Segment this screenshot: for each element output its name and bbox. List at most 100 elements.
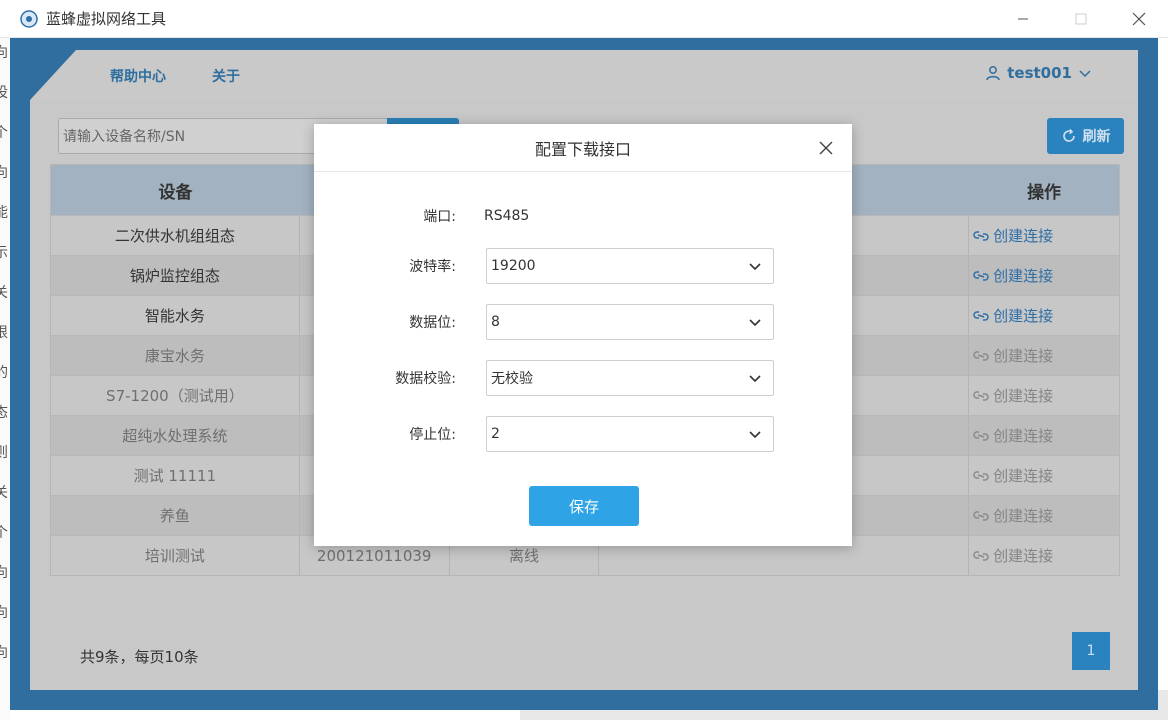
create-connection-link[interactable]: 创建连接 xyxy=(973,265,1053,286)
background-text: 关 xyxy=(0,285,8,301)
refresh-button[interactable]: 刷新 xyxy=(1047,118,1124,154)
background-text: 向 xyxy=(0,45,8,61)
background-text: 个 xyxy=(0,125,8,141)
port-row: 端口: RS485 xyxy=(314,198,852,234)
window-title: 蓝蜂虚拟网络工具 xyxy=(46,10,167,28)
device-name: 智能水务 xyxy=(51,296,300,335)
background-window: 向设个向能示关根的态则关个向向向 xyxy=(0,38,10,720)
create-connection-link[interactable]: 创建连接 xyxy=(973,425,1053,446)
action-cell: 创建连接 xyxy=(969,376,1119,415)
parity-label: 数据校验: xyxy=(395,371,456,387)
data-bits-select[interactable]: 8 xyxy=(486,304,774,340)
link-icon xyxy=(973,390,989,401)
create-connection-label: 创建连接 xyxy=(993,347,1054,365)
create-connection-label: 创建连接 xyxy=(993,547,1054,565)
create-connection-label: 创建连接 xyxy=(993,267,1054,285)
baud-row: 波特率: 19200 xyxy=(314,248,852,284)
create-connection-label: 创建连接 xyxy=(993,387,1054,405)
device-name: 超纯水处理系统 xyxy=(51,416,300,455)
create-connection-label: 创建连接 xyxy=(993,467,1054,485)
background-text: 态 xyxy=(0,405,8,421)
chevron-down-icon xyxy=(749,319,761,327)
background-text: 个 xyxy=(0,525,8,541)
window-titlebar: 蓝蜂虚拟网络工具 xyxy=(0,0,1168,38)
create-connection-link[interactable]: 创建连接 xyxy=(973,505,1053,526)
user-menu[interactable]: test001 xyxy=(985,64,1098,82)
close-window-button[interactable] xyxy=(1110,0,1168,38)
create-connection-label: 创建连接 xyxy=(993,507,1054,525)
data-bits-value: 8 xyxy=(491,314,500,330)
link-icon xyxy=(973,270,989,281)
baud-rate-value: 19200 xyxy=(491,258,536,274)
background-text: 设 xyxy=(0,85,8,101)
save-button[interactable]: 保存 xyxy=(529,486,639,526)
chevron-down-icon xyxy=(749,431,761,439)
action-cell: 创建连接 xyxy=(969,216,1119,255)
create-connection-link[interactable]: 创建连接 xyxy=(973,305,1053,326)
link-icon xyxy=(973,430,989,441)
user-icon xyxy=(986,66,1000,81)
dialog-title: 配置下载接口 xyxy=(534,139,631,159)
minimize-button[interactable] xyxy=(994,0,1052,38)
create-connection-link[interactable]: 创建连接 xyxy=(973,345,1053,366)
databits-row: 数据位: 8 xyxy=(314,304,852,340)
refresh-icon xyxy=(1062,128,1075,142)
background-text: 关 xyxy=(0,485,8,501)
about-link[interactable]: 关于 xyxy=(212,66,240,86)
create-connection-link[interactable]: 创建连接 xyxy=(973,545,1053,566)
background-text: 根 xyxy=(0,325,8,341)
refresh-label: 刷新 xyxy=(1082,129,1111,145)
create-connection-link[interactable]: 创建连接 xyxy=(973,465,1053,486)
action-cell: 创建连接 xyxy=(969,416,1119,455)
stopbits-label: 停止位: xyxy=(409,427,456,443)
device-name: 锅炉监控组态 xyxy=(51,256,300,295)
page-button-1[interactable]: 1 xyxy=(1072,632,1110,670)
action-cell: 创建连接 xyxy=(969,536,1119,575)
action-cell: 创建连接 xyxy=(969,296,1119,335)
port-label: 端口: xyxy=(423,209,456,225)
header-action: 操作 xyxy=(1027,182,1062,203)
background-text: 向 xyxy=(0,165,8,181)
background-text: 示 xyxy=(0,245,8,261)
search-placeholder: 请输入设备名称/SN xyxy=(63,129,186,145)
link-icon xyxy=(973,230,989,241)
background-text: 向 xyxy=(0,645,8,661)
pagination-summary: 共9条，每页10条 xyxy=(80,648,199,666)
maximize-button[interactable] xyxy=(1052,0,1110,38)
background-text: 则 xyxy=(0,445,8,461)
port-value: RS485 xyxy=(484,208,530,224)
device-name: 培训测试 xyxy=(51,536,300,575)
dialog-header: 配置下载接口 xyxy=(314,124,852,172)
create-connection-link[interactable]: 创建连接 xyxy=(973,225,1053,246)
create-connection-label: 创建连接 xyxy=(993,227,1054,245)
link-icon xyxy=(973,550,989,561)
action-cell: 创建连接 xyxy=(969,496,1119,535)
link-icon xyxy=(973,470,989,481)
close-dialog-button[interactable] xyxy=(814,136,838,160)
app-logo-icon xyxy=(18,8,40,30)
link-icon xyxy=(973,310,989,321)
nav-corner-decoration xyxy=(30,50,76,100)
action-cell: 创建连接 xyxy=(969,256,1119,295)
parity-value: 无校验 xyxy=(491,371,533,387)
background-text: 的 xyxy=(0,365,8,381)
create-connection-label: 创建连接 xyxy=(993,307,1054,325)
background-text: 向 xyxy=(0,565,8,581)
parity-row: 数据校验: 无校验 xyxy=(314,360,852,396)
parity-select[interactable]: 无校验 xyxy=(486,360,774,396)
username: test001 xyxy=(1007,64,1072,82)
close-icon xyxy=(819,141,833,155)
create-connection-link[interactable]: 创建连接 xyxy=(973,385,1053,406)
header-device: 设备 xyxy=(158,182,193,203)
stopbits-row: 停止位: 2 xyxy=(314,416,852,452)
device-name: 康宝水务 xyxy=(51,336,300,375)
stop-bits-select[interactable]: 2 xyxy=(486,416,774,452)
background-text: 向 xyxy=(0,605,8,621)
baud-rate-select[interactable]: 19200 xyxy=(486,248,774,284)
action-cell: 创建连接 xyxy=(969,336,1119,375)
link-icon xyxy=(973,350,989,361)
stop-bits-value: 2 xyxy=(491,426,500,442)
help-center-link[interactable]: 帮助中心 xyxy=(110,66,166,86)
baud-label: 波特率: xyxy=(409,259,456,275)
databits-label: 数据位: xyxy=(409,315,456,331)
